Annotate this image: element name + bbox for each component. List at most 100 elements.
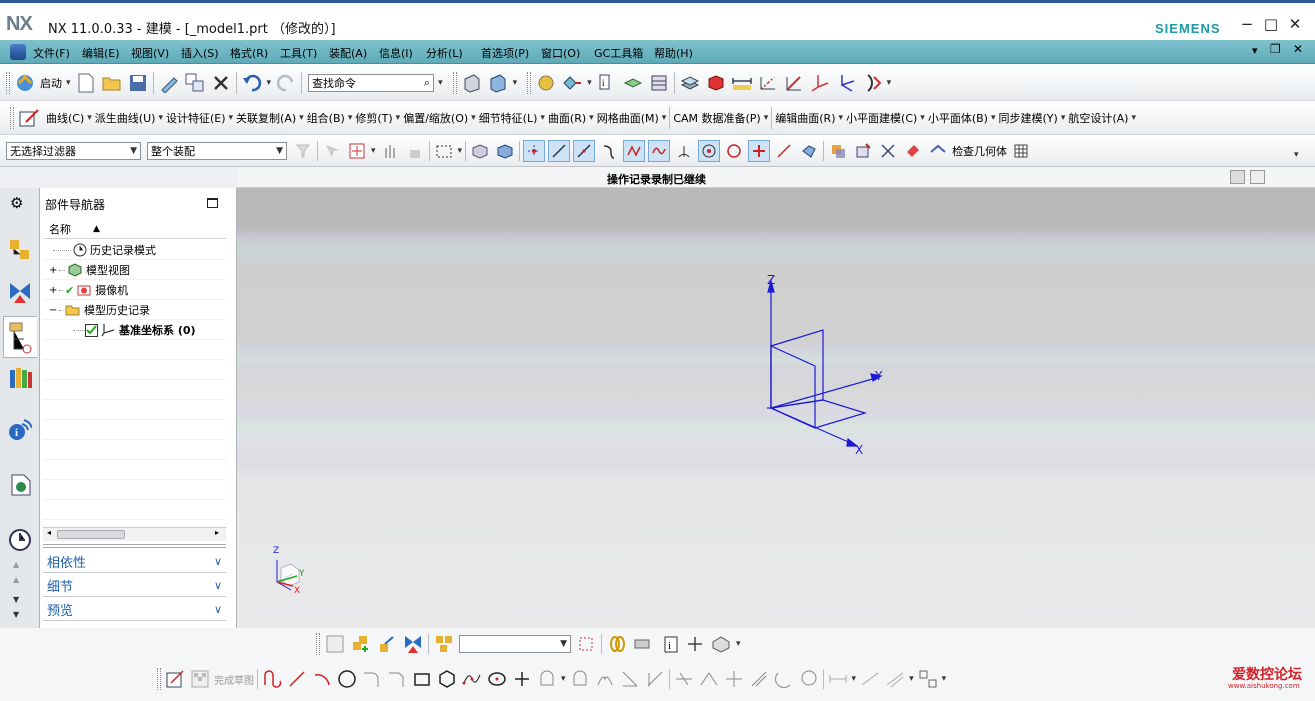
history-clock-icon[interactable]	[8, 528, 32, 555]
scroll-down-icon[interactable]: ▼	[13, 595, 19, 604]
status-icon-b[interactable]	[1250, 170, 1265, 184]
close-button[interactable]: ✕	[1286, 15, 1304, 33]
snap-intersection-icon[interactable]	[623, 140, 646, 162]
pattern-curve-icon[interactable]	[569, 668, 591, 690]
toolbar-grip[interactable]	[6, 72, 10, 94]
make-corner-icon[interactable]	[723, 668, 745, 690]
hd3d-tools-icon[interactable]: i	[8, 418, 33, 445]
expand-icon[interactable]: +	[49, 285, 59, 296]
navigator-maximize-icon[interactable]	[207, 198, 218, 208]
snap-existing-point-icon[interactable]	[748, 140, 771, 162]
parens-icon[interactable]	[861, 72, 883, 94]
finish-sketch-icon[interactable]	[189, 668, 211, 690]
derived-lines-icon[interactable]	[748, 668, 770, 690]
intersection-icon[interactable]	[773, 668, 795, 690]
arrangement-icon[interactable]	[433, 633, 455, 655]
csys-icon[interactable]	[835, 72, 857, 94]
point-icon[interactable]	[757, 72, 779, 94]
body-select-icon[interactable]	[469, 140, 491, 162]
stack-icon[interactable]	[648, 72, 670, 94]
chamfer-icon[interactable]	[386, 668, 408, 690]
menu-facet-modeling[interactable]: 小平面建模(C)	[846, 110, 917, 126]
snap-quadrant-icon[interactable]	[723, 140, 745, 162]
rectangle-icon[interactable]	[411, 668, 433, 690]
panel-preview[interactable]: 预览 ∨	[43, 599, 226, 621]
panel-details[interactable]: 细节 ∨	[43, 575, 226, 597]
menu-trim[interactable]: 修剪(T)	[355, 110, 392, 126]
menu-analysis[interactable]: 分析(L)	[426, 45, 463, 61]
command-search-input[interactable]: 查找命令 ⌕	[308, 74, 435, 92]
edit-object-icon[interactable]	[158, 72, 180, 94]
toolbar-grip[interactable]	[157, 668, 161, 690]
filter-disabled-icon[interactable]	[292, 140, 314, 162]
circle-icon[interactable]	[336, 668, 358, 690]
assembly-navigator-icon[interactable]	[8, 238, 32, 265]
snap-midpoint-icon[interactable]	[573, 140, 596, 162]
toolbar-grip[interactable]	[527, 72, 532, 94]
render-style-icon[interactable]	[487, 72, 509, 94]
ellipse-icon[interactable]	[486, 668, 508, 690]
doc-close-icon[interactable]: ✕	[1293, 42, 1303, 56]
part-navigator-tab[interactable]	[3, 316, 37, 358]
delete-icon[interactable]	[210, 72, 232, 94]
menu-detail-feature[interactable]: 细节特征(L)	[479, 110, 538, 126]
tree-item-model-views[interactable]: + 模型视图	[43, 260, 229, 280]
rect-select-icon[interactable]	[433, 140, 455, 162]
constraint-icon[interactable]	[402, 633, 424, 655]
search-icon[interactable]: ⌕	[424, 76, 430, 90]
profile-icon[interactable]	[261, 668, 283, 690]
start-icon[interactable]	[14, 72, 36, 94]
selection-filter-select[interactable]: 无选择过滤器 ▼	[6, 142, 141, 160]
extend-icon[interactable]	[644, 668, 666, 690]
snap-curve-icon[interactable]	[598, 140, 620, 162]
menu-surface[interactable]: 曲面(R)	[548, 110, 586, 126]
redo-icon[interactable]	[275, 72, 297, 94]
quick-extend-icon[interactable]	[698, 668, 720, 690]
panel-splitter[interactable]	[43, 544, 226, 548]
quick-trim-icon[interactable]	[673, 668, 695, 690]
open-folder-icon[interactable]	[101, 72, 123, 94]
snap-face-icon[interactable]	[798, 140, 820, 162]
projection-icon[interactable]	[798, 668, 820, 690]
undo-icon[interactable]	[241, 72, 263, 94]
show-hide-icon[interactable]	[827, 140, 849, 162]
constraint-navigator-icon[interactable]	[8, 281, 32, 308]
fillet-icon[interactable]	[361, 668, 383, 690]
red-cube-icon[interactable]	[705, 72, 727, 94]
menu-help[interactable]: 帮助(H)	[654, 45, 693, 61]
settings-gear-icon[interactable]: ⚙	[10, 194, 23, 212]
move-object-icon[interactable]	[852, 140, 874, 162]
menu-view[interactable]: 视图(V)	[131, 45, 169, 61]
copy-icon[interactable]	[184, 72, 206, 94]
menu-combine[interactable]: 组合(B)	[307, 110, 345, 126]
status-icon-a[interactable]	[1230, 170, 1245, 184]
tree-item-cameras[interactable]: + ✔ 摄像机	[43, 280, 229, 300]
select-all-icon[interactable]	[321, 140, 343, 162]
menu-assembly[interactable]: 装配(A)	[329, 45, 367, 61]
snap-angle-icon[interactable]	[673, 140, 695, 162]
checkbox-checked-icon[interactable]	[85, 323, 98, 337]
snap-wave-icon[interactable]	[648, 140, 671, 162]
new-file-icon[interactable]	[75, 72, 97, 94]
component-icon[interactable]	[679, 72, 701, 94]
menu-gc-toolbox[interactable]: GC工具箱	[594, 45, 643, 61]
tree-item-model-history[interactable]: − 模型历史记录	[43, 300, 229, 320]
add-component-icon[interactable]	[350, 633, 372, 655]
sketch-task-icon[interactable]	[164, 668, 186, 690]
tree-item-datum-csys[interactable]: 基准坐标系 (0)	[43, 320, 229, 340]
minimize-button[interactable]: −	[1238, 15, 1256, 33]
scroll-left-icon[interactable]: ◂	[47, 528, 51, 537]
arrangement-select[interactable]: ▼	[459, 635, 571, 653]
snap-endpoint-icon[interactable]	[523, 140, 546, 162]
doc-restore-icon[interactable]: ❐	[1270, 42, 1281, 56]
link-icon[interactable]	[606, 633, 628, 655]
assembly-more-icon[interactable]	[710, 633, 732, 655]
menu-facet-body[interactable]: 小平面体(B)	[928, 110, 988, 126]
table-icon[interactable]	[1010, 140, 1032, 162]
finish-sketch-button[interactable]: 完成草图	[214, 672, 254, 687]
info-icon[interactable]: i	[658, 633, 680, 655]
hand-icon[interactable]	[379, 140, 401, 162]
face-select-icon[interactable]	[494, 140, 516, 162]
menu-associative-copy[interactable]: 关联复制(A)	[236, 110, 296, 126]
sketch-relations-icon[interactable]	[917, 668, 939, 690]
